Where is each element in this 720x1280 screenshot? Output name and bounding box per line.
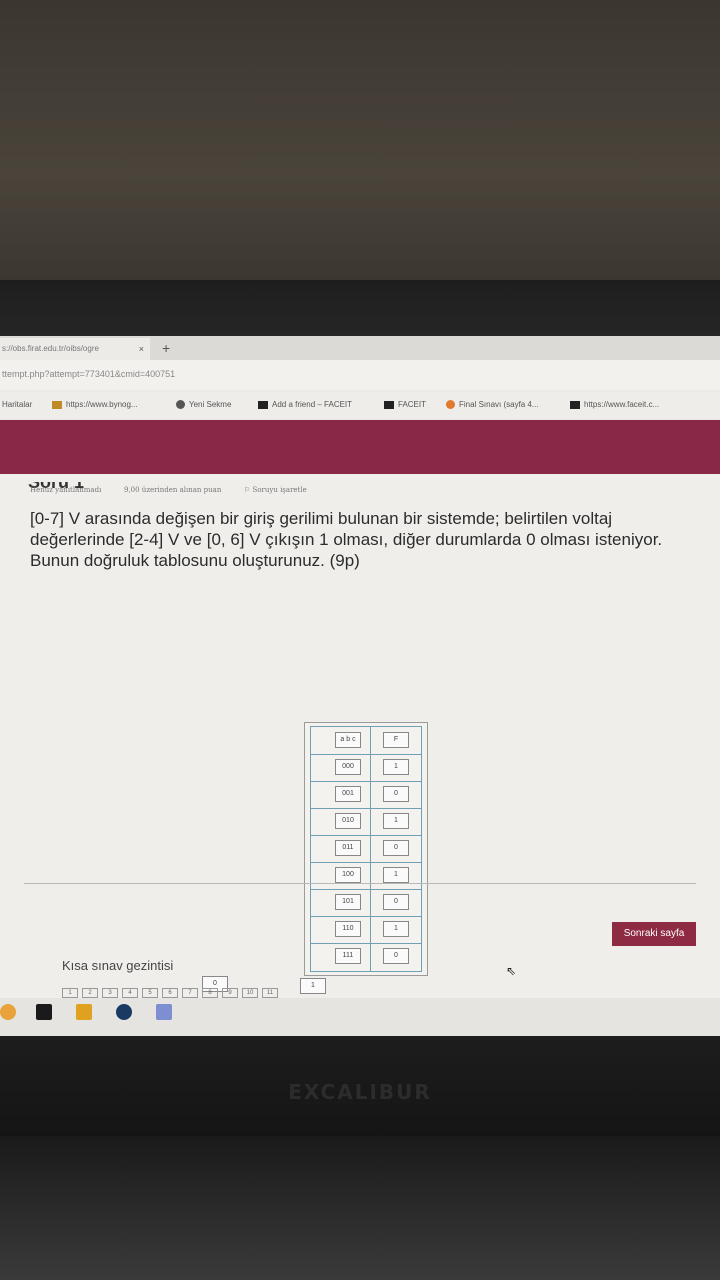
question-points: 9,00 üzerinden alınan puan [124,486,222,494]
bookmark-maps[interactable]: Haritalar [2,400,32,409]
nav-page-button[interactable]: 4 [122,988,138,998]
f-cell[interactable]: 1 [383,759,409,775]
bookmark-bynogame[interactable]: https://www.bynog... [52,400,138,409]
url-text: ttempt.php?attempt=773401&cmid=400751 [2,369,176,379]
address-bar[interactable]: ttempt.php?attempt=773401&cmid=400751 [0,360,720,390]
laptop-bezel-top [0,280,720,340]
bookmark-faceit[interactable]: FACEIT [384,400,426,409]
abc-cell[interactable]: 110 [335,921,361,937]
truth-table-grid: a b c F 000 1 001 0 010 1 011 0 100 1 10… [310,726,422,972]
table-row: 011 0 [311,835,421,863]
nav-page-button[interactable]: 11 [262,988,278,998]
nav-page-button[interactable]: 1 [62,988,78,998]
bookmark-final-exam[interactable]: Final Sınavı (sayfa 4... [446,400,539,410]
f-cell[interactable]: 0 [383,948,409,964]
bookmark-new-tab[interactable]: Yeni Sekme [176,400,231,410]
background-wall [0,0,720,290]
bookmark-add-friend-faceit[interactable]: Add a friend – FACEIT [258,400,352,409]
question-text: [0-7] V arasında değişen bir giriş geril… [30,509,663,570]
divider [24,883,696,884]
table-row: 000 1 [311,754,421,782]
table-row: 101 0 [311,889,421,917]
abc-cell[interactable]: 111 [335,948,361,964]
header-f: F [383,732,409,748]
bynogame-icon [52,400,62,409]
chrome-icon[interactable] [0,1004,16,1020]
faceit-icon [384,400,394,409]
table-header-row: a b c F [311,727,421,755]
bookmarks-bar: Haritalar https://www.bynog... Yeni Sekm… [0,392,720,418]
f-cell[interactable]: 0 [383,786,409,802]
nav-page-button[interactable]: 9 [222,988,238,998]
netflix-icon[interactable] [36,1004,52,1020]
next-page-button[interactable]: Sonraki sayfa [612,922,696,946]
f-cell[interactable]: 1 [383,813,409,829]
header-abc: a b c [335,732,361,748]
photo-app-icon[interactable] [156,1004,172,1020]
question-status: Henüz yanıtlanmadı [30,486,102,494]
site-header-banner [0,420,720,474]
globe-icon [176,400,185,410]
abc-cell[interactable]: 100 [335,867,361,883]
kaspersky-icon[interactable] [76,1004,92,1020]
steam-icon[interactable] [116,1004,132,1020]
answer-choice-1[interactable]: 1 [300,978,326,994]
laptop-brand-logo: EXCALIBUR [288,1080,432,1104]
nav-page-button[interactable]: 8 [202,988,218,998]
nav-page-button[interactable]: 7 [182,988,198,998]
nav-page-button[interactable]: 2 [82,988,98,998]
abc-cell[interactable]: 011 [335,840,361,856]
mouse-cursor-icon: ⇖ [506,964,517,978]
nav-page-button[interactable]: 5 [142,988,158,998]
flag-question-link[interactable]: ⚐ Soruyu işaretle [244,486,307,494]
quiz-navigation-title: Kısa sınav gezintisi [62,958,174,973]
table-row: 111 0 [311,943,421,970]
f-cell[interactable]: 0 [383,840,409,856]
quiz-content: Soru 1 Henüz yanıtlanmadı 9,00 üzerinden… [0,474,720,1036]
abc-cell[interactable]: 001 [335,786,361,802]
bookmark-faceit-url[interactable]: https://www.faceit.c... [570,400,659,409]
abc-cell[interactable]: 010 [335,813,361,829]
nav-page-button[interactable]: 6 [162,988,178,998]
table-row: 010 1 [311,808,421,836]
tab-title: s://obs.firat.edu.tr/oibs/ogre [2,344,99,353]
table-row: 100 1 [311,862,421,890]
moodle-icon [446,400,455,410]
f-cell[interactable]: 1 [383,867,409,883]
truth-table: a b c F 000 1 001 0 010 1 011 0 100 1 10… [304,722,428,976]
flag-icon: ⚐ [244,486,253,494]
nav-page-button[interactable]: 3 [102,988,118,998]
f-cell[interactable]: 1 [383,921,409,937]
abc-cell[interactable]: 101 [335,894,361,910]
new-tab-icon[interactable]: + [162,338,170,358]
close-icon[interactable]: × [139,338,144,360]
browser-tab[interactable]: s://obs.firat.edu.tr/oibs/ogre × [0,338,150,360]
table-row: 001 0 [311,781,421,809]
nav-page-button[interactable]: 10 [242,988,258,998]
faceit-icon [570,400,580,409]
laptop-screen: s://obs.firat.edu.tr/oibs/ogre × + ttemp… [0,336,720,1036]
table-row: 110 1 [311,916,421,944]
laptop-keyboard-area [0,1136,720,1280]
abc-cell[interactable]: 000 [335,759,361,775]
f-cell[interactable]: 0 [383,894,409,910]
browser-tab-bar: s://obs.firat.edu.tr/oibs/ogre × + [0,336,720,360]
faceit-icon [258,400,268,409]
windows-taskbar [0,998,720,1036]
